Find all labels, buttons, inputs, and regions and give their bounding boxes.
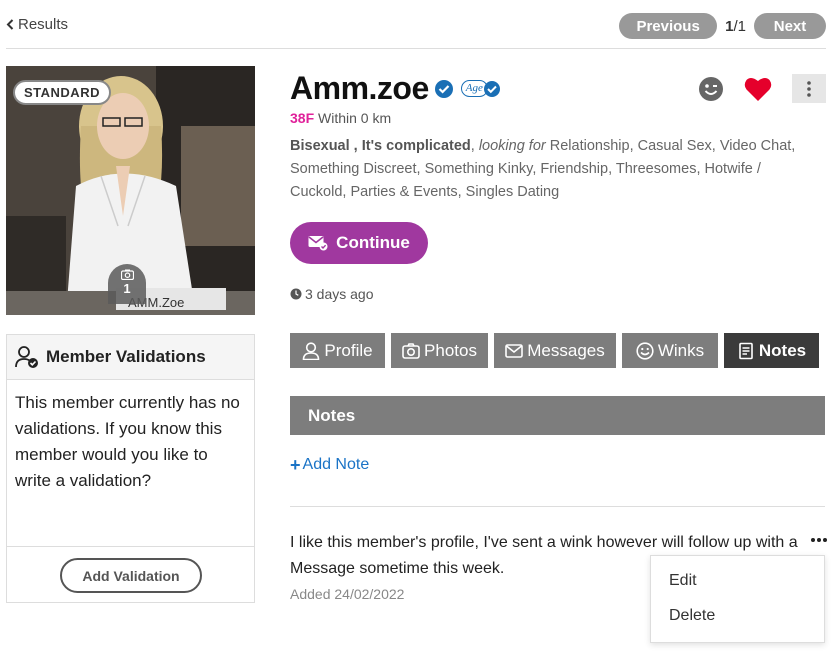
- tab-profile[interactable]: Profile: [290, 333, 385, 368]
- photo-count: 1: [123, 281, 131, 296]
- age-check-icon: [483, 80, 500, 97]
- profile-photo[interactable]: AMM.Zoe STANDARD 1: [6, 66, 255, 315]
- validations-title: Member Validations: [46, 347, 206, 366]
- vertical-dots-icon: [807, 80, 811, 97]
- edit-note-menu-item[interactable]: Edit: [669, 572, 697, 590]
- page-indicator: 1/1: [725, 18, 746, 35]
- validations-header: Member Validations: [7, 335, 254, 380]
- heart-icon[interactable]: [744, 76, 772, 102]
- last-seen-text: 3 days ago: [305, 286, 374, 302]
- profile-summary: Bisexual , It's complicated, looking for…: [290, 138, 796, 200]
- next-button[interactable]: Next: [754, 13, 826, 39]
- looking-for-label: looking for: [478, 138, 546, 154]
- tab-label: Photos: [424, 340, 477, 360]
- last-seen: 3 days ago: [290, 286, 374, 302]
- chevron-left-icon: [6, 19, 14, 30]
- wink-icon[interactable]: [698, 76, 724, 102]
- profile-name-row: Amm.zoe Age: [290, 70, 501, 107]
- previous-button[interactable]: Previous: [619, 13, 718, 39]
- tab-messages[interactable]: Messages: [494, 333, 616, 368]
- smile-icon: [636, 341, 654, 360]
- tab-label: Notes: [758, 340, 807, 360]
- note-options-icon[interactable]: [810, 535, 828, 545]
- note-icon: [739, 342, 753, 359]
- top-divider: [6, 48, 826, 49]
- page-total: /1: [733, 17, 746, 35]
- envelope-icon: [505, 343, 524, 358]
- delete-note-menu-item[interactable]: Delete: [669, 607, 715, 625]
- age-gender: 38F: [290, 110, 315, 126]
- age-distance-line: 38F Within 0 km: [290, 110, 391, 126]
- pager: Previous 1/1 Next: [619, 13, 826, 39]
- profile-actions: [698, 74, 826, 103]
- tab-winks[interactable]: Winks: [622, 333, 718, 368]
- validations-message: This member currently has no validations…: [7, 380, 254, 547]
- user-check-icon: [15, 346, 38, 368]
- notes-section-header: Notes: [290, 396, 825, 435]
- add-note-label: Add Note: [302, 456, 370, 473]
- user-icon: [303, 341, 320, 360]
- camera-icon: [402, 342, 420, 359]
- back-to-results-link[interactable]: Results: [6, 16, 68, 33]
- envelope-check-icon: [308, 236, 328, 251]
- relationship-status: It's complicated: [361, 138, 471, 154]
- verified-check-icon: [434, 79, 453, 98]
- profile-tabs: Profile Photos Messages Winks Notes: [290, 333, 819, 368]
- clock-icon: [290, 288, 302, 300]
- tab-notes[interactable]: Notes: [724, 333, 819, 368]
- add-note-link[interactable]: + Add Note: [290, 456, 369, 474]
- member-name: Amm.zoe: [290, 70, 429, 106]
- note-date: Added 24/02/2022: [290, 586, 405, 602]
- camera-icon: [120, 269, 134, 280]
- continue-label: Continue: [336, 233, 410, 252]
- continue-button[interactable]: Continue: [290, 222, 428, 264]
- orientation: Bisexual: [290, 138, 350, 154]
- tab-label: Winks: [657, 340, 705, 360]
- back-label: Results: [18, 16, 69, 33]
- age-verified-badge: Age: [460, 80, 501, 98]
- membership-badge: STANDARD: [13, 80, 111, 105]
- more-options-button[interactable]: [792, 74, 826, 103]
- distance: Within 0 km: [318, 110, 392, 126]
- tab-photos[interactable]: Photos: [391, 333, 488, 368]
- add-validation-button[interactable]: Add Validation: [60, 558, 202, 593]
- tab-label: Messages: [527, 340, 605, 360]
- note-divider: [290, 506, 825, 507]
- plus-icon: +: [290, 455, 301, 475]
- member-validations-panel: Member Validations This member currently…: [6, 334, 255, 603]
- photo-count-badge[interactable]: 1: [108, 264, 146, 304]
- note-options-menu: Edit Delete: [650, 555, 825, 643]
- tab-label: Profile: [324, 340, 373, 360]
